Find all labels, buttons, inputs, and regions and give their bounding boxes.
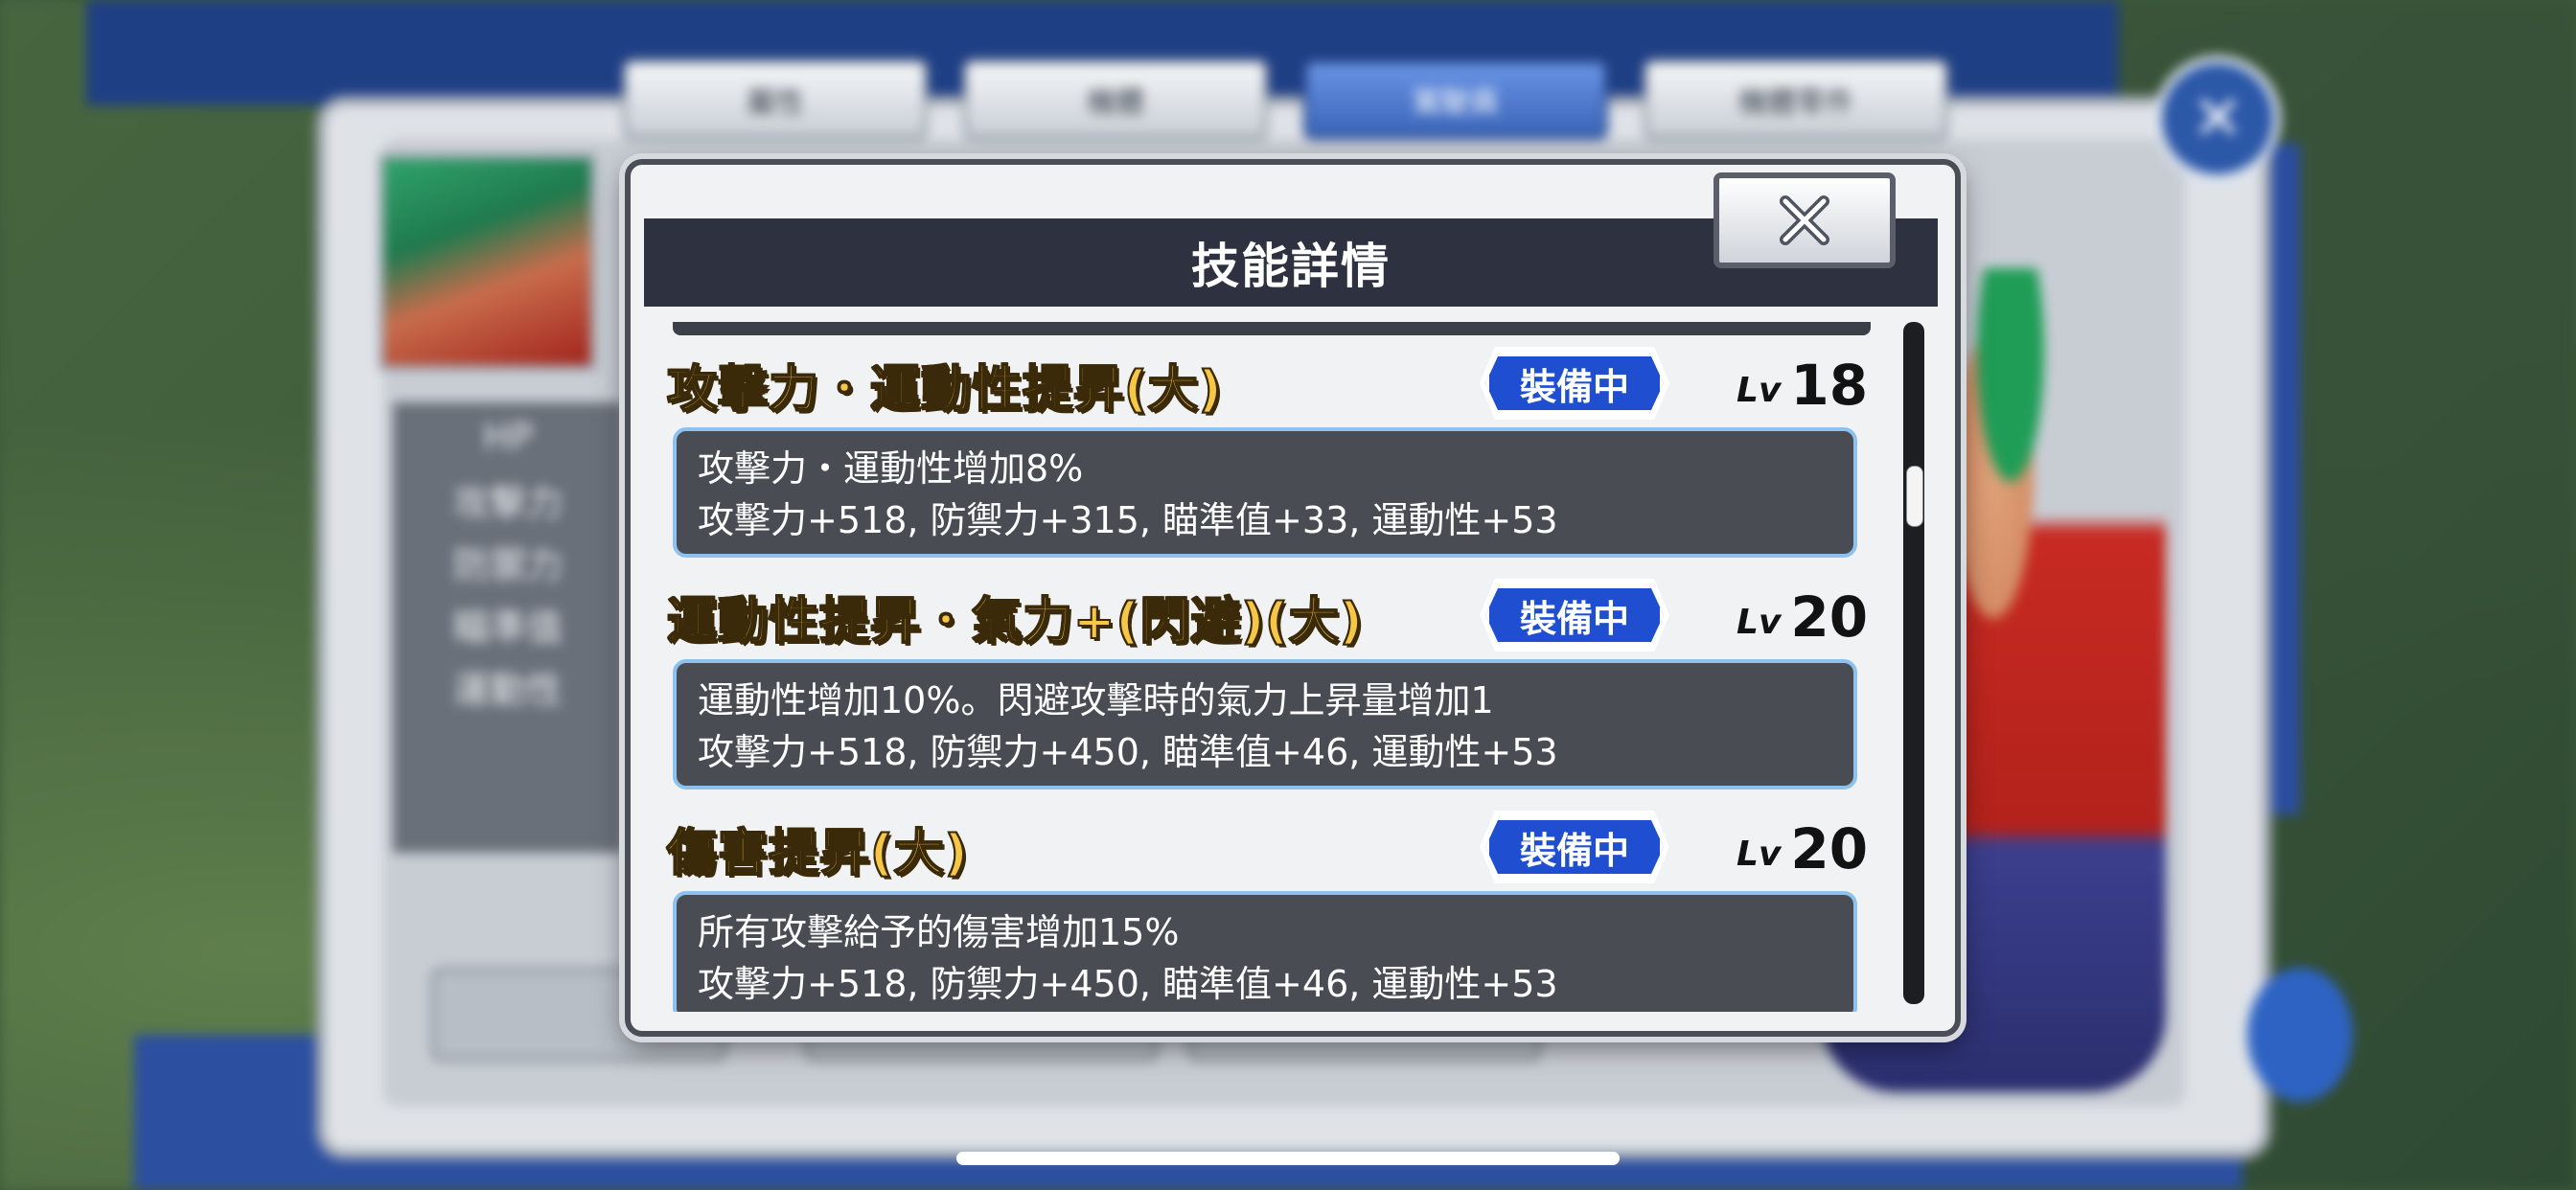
equipped-badge: 裝備中 <box>1485 816 1664 878</box>
skill-stats: 攻擊力+518, 防禦力+315, 瞄準值+33, 運動性+53 <box>698 499 1558 541</box>
level-value: 20 <box>1790 584 1869 650</box>
skill-name: 攻擊力・運動性提昇(大) <box>666 360 1223 420</box>
pilot-portrait <box>379 153 596 371</box>
skill-name: 運動性提昇・氣力+(閃避)(大) <box>666 592 1364 652</box>
equipped-badge: 裝備中 <box>1485 584 1664 646</box>
background-stat: 瞄準值 <box>452 606 563 649</box>
skill-list[interactable]: 攻擊力・運動性提昇(大) 裝備中 Lv 18 攻擊力・運動性增加8% 攻擊力+5… <box>644 322 1899 1012</box>
level-value: 18 <box>1790 353 1869 418</box>
background-stat: 防禦力 <box>452 543 563 586</box>
background-round-button <box>2247 968 2353 1102</box>
close-circle-icon: ✕ <box>2154 56 2281 182</box>
background-tab: 機體零件 <box>1644 59 1948 140</box>
skill-description: 攻擊力・運動性增加8% 攻擊力+518, 防禦力+315, 瞄準值+33, 運動… <box>673 427 1857 558</box>
previous-item-edge <box>673 322 1871 335</box>
level-label: Lv <box>1736 371 1782 410</box>
skill-stats: 攻擊力+518, 防禦力+450, 瞄準值+46, 運動性+53 <box>698 731 1558 773</box>
dialog-close-button[interactable] <box>1714 172 1896 268</box>
scrollbar[interactable] <box>1903 322 1924 1004</box>
background-stat: HP <box>483 416 533 458</box>
level-label: Lv <box>1736 603 1782 642</box>
skill-level: Lv 20 <box>1736 814 1868 881</box>
home-indicator[interactable] <box>956 1152 1620 1165</box>
background-tab: 屬性 <box>623 59 928 140</box>
background-tab: 機體 <box>963 59 1268 140</box>
skill-name: 傷害提昇(大) <box>666 824 969 883</box>
level-label: Lv <box>1736 835 1782 874</box>
skill-effect: 攻擊力・運動性增加8% <box>698 447 1084 490</box>
background-stat: 攻擊力 <box>452 481 563 524</box>
scrollbar-thumb[interactable] <box>1906 466 1923 527</box>
close-icon <box>1780 195 1829 245</box>
skill-description: 運動性增加10%。閃避攻擊時的氣力上昇量增加1 攻擊力+518, 防禦力+450… <box>673 659 1857 790</box>
skill-level: Lv 20 <box>1736 583 1868 650</box>
skill-effect: 運動性增加10%。閃避攻擊時的氣力上昇量增加1 <box>698 679 1494 721</box>
background-tab-active: 駕駛員 <box>1303 59 1608 140</box>
equipped-badge: 裝備中 <box>1485 353 1664 414</box>
skill-stats: 攻擊力+518, 防禦力+450, 瞄準值+46, 運動性+53 <box>698 963 1558 1005</box>
level-value: 20 <box>1790 816 1869 881</box>
skill-level: Lv 18 <box>1736 351 1868 418</box>
background-stat: 運動性 <box>452 668 563 711</box>
skill-effect: 所有攻擊給予的傷害增加15% <box>698 911 1180 953</box>
skill-description: 所有攻擊給予的傷害增加15% 攻擊力+518, 防禦力+450, 瞄準值+46,… <box>673 891 1857 1012</box>
skill-detail-dialog: 技能詳情 攻擊力・運動性提昇(大) 裝備中 Lv 18 攻擊力・運動性增加8% … <box>625 159 1961 1037</box>
